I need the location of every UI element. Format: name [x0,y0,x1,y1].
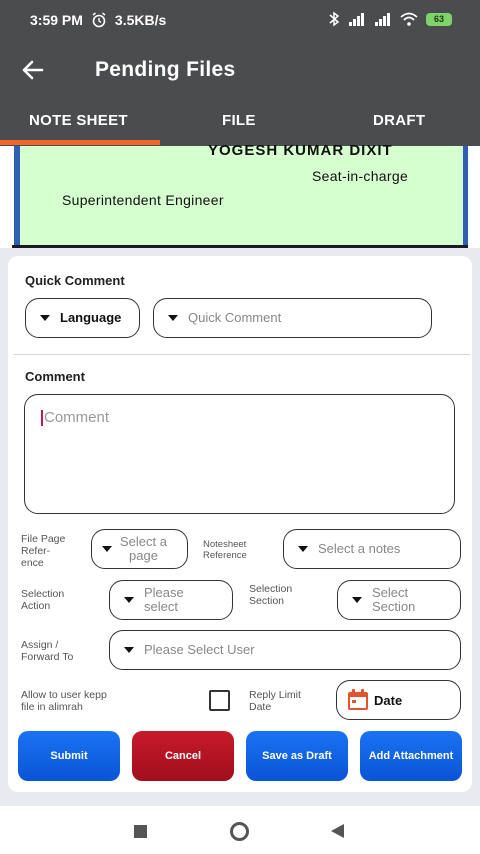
recents-icon[interactable] [134,825,147,838]
selection-action-label: Selection Action [21,588,65,612]
dropdown-arrow-icon [298,546,308,552]
select-notes-dropdown[interactable]: Select a notes [283,529,461,569]
app-bar: Pending Files [0,42,480,98]
network-speed: 3.5KB/s [114,12,167,28]
select-page-dropdown[interactable]: Select a page [91,529,188,569]
dropdown-arrow-icon [40,315,50,321]
bluetooth-icon [329,11,340,27]
text-cursor [41,410,43,427]
status-bar-right: 63 [328,11,452,27]
status-bar: 3:59 PM 3.5KB/s 63 [0,0,480,42]
quick-comment-placeholder: Quick Comment [188,310,282,325]
selection-section-label: Selection Section [249,583,293,607]
tab-file[interactable]: FILE [222,112,256,129]
signatory-name: YOGESH KUMAR DIXIT [208,142,393,159]
file-page-reference-label: File Page Refer- ence [21,533,66,569]
battery-icon: 63 [426,12,452,26]
alarm-icon [92,12,106,28]
dropdown-arrow-icon [168,315,178,321]
select-user-placeholder: Please Select User [144,642,255,657]
language-dropdown-label: Language [60,310,122,325]
language-dropdown[interactable]: Language [25,298,140,338]
reply-limit-date-label: Reply Limit Date [249,689,301,713]
signatory-designation: Superintendent Engineer [62,192,224,208]
date-button-label: Date [374,692,403,708]
home-icon[interactable] [230,822,249,841]
calendar-icon [348,689,368,710]
save-as-draft-button[interactable]: Save as Draft [246,731,348,781]
assign-forward-label: Assign / Forward To [21,639,74,663]
quick-comment-dropdown[interactable]: Quick Comment [153,298,432,338]
selection-action-dropdown[interactable]: Please select [109,580,233,620]
dropdown-arrow-icon [124,597,134,603]
select-user-dropdown[interactable]: Please Select User [109,630,461,670]
dropdown-arrow-icon [102,546,112,552]
status-bar-left: 3:59 PM 3.5KB/s [30,12,166,28]
notesheet-reference-label: Notesheet Reference [203,539,247,561]
select-notes-placeholder: Select a notes [318,541,401,556]
cancel-button[interactable]: Cancel [132,731,234,781]
page-title: Pending Files [95,58,236,81]
tab-note-sheet[interactable]: NOTE SHEET [29,112,128,129]
allow-alimrah-label: Allow to user kepp file in alimrah [21,689,107,713]
signal-icon [349,13,364,26]
back-arrow-icon[interactable] [20,56,50,84]
signatory-role: Seat-in-charge [312,168,409,184]
submit-button[interactable]: Submit [18,731,120,781]
quick-comment-label: Quick Comment [25,273,125,288]
tab-indicator [0,140,160,145]
tab-bar: NOTE SHEET FILE DRAFT [0,98,480,146]
select-page-placeholder: Select a page [120,534,167,563]
dropdown-arrow-icon [352,597,362,603]
section-divider [14,354,470,355]
wifi-icon [400,12,418,26]
dropdown-arrow-icon [124,647,134,653]
selection-section-dropdown[interactable]: Select Section [337,580,461,620]
tab-draft[interactable]: DRAFT [373,112,425,129]
reply-date-picker[interactable]: Date [336,680,461,720]
nav-back-icon[interactable] [331,824,344,838]
comment-label: Comment [25,369,85,384]
selection-action-placeholder: Please select [144,585,184,614]
status-time: 3:59 PM [30,12,83,28]
allow-alimrah-checkbox[interactable] [209,690,230,711]
add-attachment-button[interactable]: Add Attachment [360,731,462,781]
selection-section-placeholder: Select Section [372,585,416,614]
system-nav-bar [0,806,480,854]
comment-textarea[interactable]: Comment [24,394,455,514]
signal-icon-2 [375,13,390,26]
comment-placeholder: Comment [44,409,110,426]
